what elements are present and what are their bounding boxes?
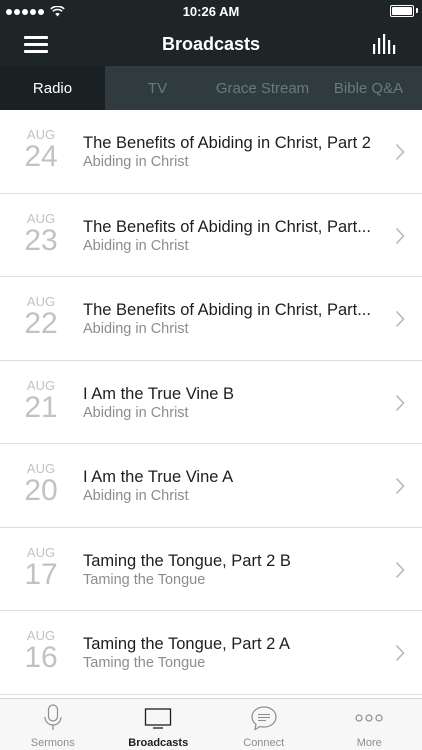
bottom-tab-broadcasts[interactable]: Broadcasts [106,699,212,750]
list-item[interactable]: AUG 23 The Benefits of Abiding in Christ… [0,194,422,277]
date-day: 16 [24,641,58,674]
list-item[interactable]: AUG 16 Taming the Tongue, Part 2 A Tamin… [0,611,422,695]
list-item[interactable]: AUG 21 I Am the True Vine B Abiding in C… [0,361,422,444]
broadcast-title: The Benefits of Abiding in Christ, Part.… [83,301,371,319]
broadcast-series: Abiding in Christ [83,237,189,254]
broadcast-series: Taming the Tongue [83,571,206,588]
broadcast-date: AUG 21 [22,378,60,423]
bottom-tab-label: Connect [243,737,285,749]
chevron-right-icon [395,394,405,411]
broadcast-date: AUG 24 [22,127,60,172]
status-bar: 10:26 AM [0,0,422,22]
tab-radio[interactable]: Radio [0,66,105,110]
chat-bubble-icon [251,706,277,731]
broadcast-date: AUG 20 [22,461,60,506]
list-item[interactable]: AUG 20 I Am the True Vine A Abiding in C… [0,444,422,528]
broadcast-series: Abiding in Christ [83,404,189,421]
broadcast-date: AUG 16 [22,628,60,673]
chevron-right-icon [395,477,405,495]
chevron-right-icon [395,143,405,161]
chevron-right-icon [395,561,405,578]
category-tabs: Radio TV Grace Stream Bible Q&A [0,66,422,110]
broadcast-title: Taming the Tongue, Part 2 B [83,551,291,570]
list-item[interactable]: AUG 17 Taming the Tongue, Part 2 B Tamin… [0,528,422,611]
bottom-tab-connect[interactable]: Connect [211,699,317,750]
audio-levels-icon[interactable] [372,32,398,56]
battery-icon [390,5,414,17]
broadcast-date: AUG 23 [22,211,60,256]
page-title: Broadcasts [161,34,261,54]
broadcast-series: Taming the Tongue [83,655,206,671]
date-day: 20 [24,474,58,507]
bottom-tab-more[interactable]: More [317,699,422,750]
chevron-right-icon [395,644,405,662]
broadcast-series: Abiding in Christ [83,321,189,337]
broadcast-series: Abiding in Christ [83,154,189,170]
chevron-right-icon [395,227,405,244]
nav-bar: Broadcasts [0,22,422,66]
broadcast-title: I Am the True Vine A [83,468,234,486]
bottom-tab-label: Sermons [30,737,75,749]
broadcast-title: The Benefits of Abiding in Christ, Part.… [83,217,371,236]
battery-tip [416,8,418,13]
bottom-tab-sermons[interactable]: Sermons [0,699,106,750]
tv-icon [145,708,172,729]
date-day: 24 [24,140,58,173]
tab-grace-stream[interactable]: Grace Stream [210,66,315,110]
broadcast-title: Taming the Tongue, Part 2 A [83,635,290,653]
date-day: 23 [24,223,58,257]
microphone-icon [44,704,62,730]
broadcast-title: The Benefits of Abiding in Christ, Part … [83,134,371,152]
broadcast-title: I Am the True Vine B [83,384,235,403]
broadcast-date: AUG 22 [22,294,60,339]
status-time: 10:26 AM [182,4,240,19]
date-day: 21 [24,390,58,424]
broadcast-date: AUG 17 [22,545,60,590]
date-day: 17 [24,557,58,591]
tab-bible-qa[interactable]: Bible Q&A [315,66,422,110]
tab-tv[interactable]: TV [105,66,210,110]
broadcast-series: Abiding in Christ [83,488,189,504]
broadcast-list: AUG 24 The Benefits of Abiding in Christ… [0,110,422,698]
list-item[interactable]: AUG 24 The Benefits of Abiding in Christ… [0,110,422,194]
bottom-tab-label: More [356,737,382,749]
date-day: 22 [24,307,58,340]
list-item[interactable]: AUG 22 The Benefits of Abiding in Christ… [0,277,422,361]
more-dots-icon [355,714,383,722]
bottom-tab-label: Broadcasts [128,737,189,749]
bottom-tab-bar: Sermons Broadcasts Connect More [0,698,422,750]
chevron-right-icon [395,310,405,328]
